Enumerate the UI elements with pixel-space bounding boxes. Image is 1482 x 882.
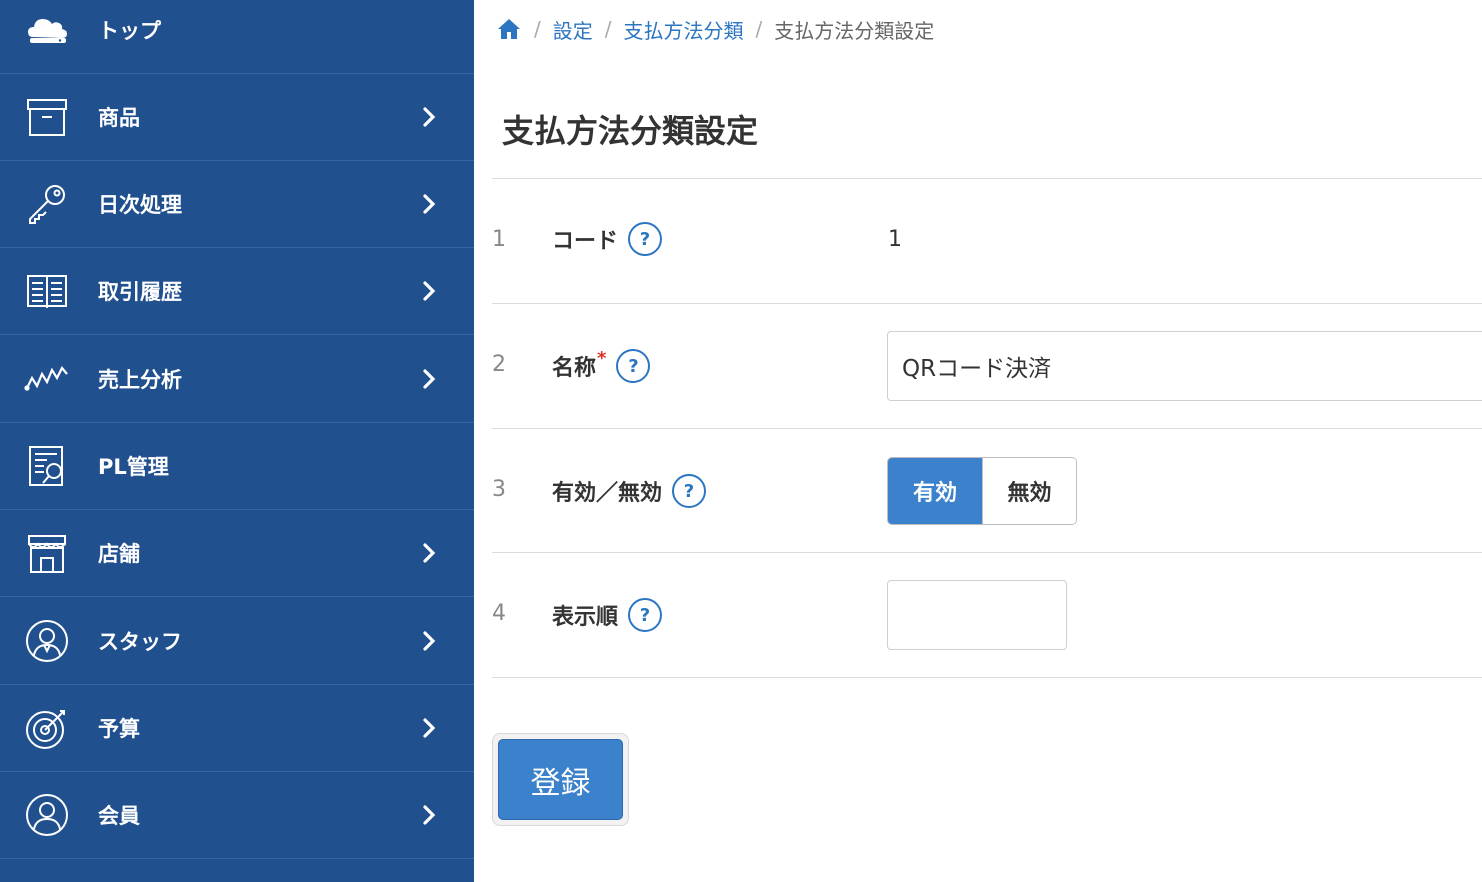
sidebar-item-label: 店舗 bbox=[98, 542, 140, 566]
page-title: 支払方法分類設定 bbox=[502, 112, 759, 150]
sidebar-item-staff[interactable]: スタッフ bbox=[0, 598, 474, 685]
breadcrumb-separator: / bbox=[755, 17, 763, 41]
sidebar-item-label: 商品 bbox=[98, 106, 140, 130]
sidebar-item-members[interactable]: 会員 bbox=[0, 772, 474, 859]
divider bbox=[492, 178, 1482, 179]
sidebar-item-top[interactable]: トップ bbox=[0, 0, 474, 74]
divider bbox=[492, 303, 1482, 304]
help-icon[interactable]: ? bbox=[628, 598, 663, 632]
help-icon[interactable]: ? bbox=[672, 474, 707, 508]
help-icon[interactable]: ? bbox=[628, 222, 663, 256]
divider bbox=[492, 552, 1482, 553]
sidebar-item-label: 売上分析 bbox=[98, 368, 182, 392]
code-value: 1 bbox=[888, 227, 902, 252]
field-label-active: 有効／無効 ? bbox=[552, 474, 707, 508]
chevron-right-icon bbox=[418, 717, 440, 739]
toggle-option-active[interactable]: 有効 bbox=[888, 458, 982, 524]
report-search-icon bbox=[24, 443, 70, 489]
chart-line-icon bbox=[24, 356, 70, 402]
sidebar-item-products[interactable]: 商品 bbox=[0, 74, 474, 161]
sidebar-item-label: PL管理 bbox=[98, 455, 169, 479]
name-input[interactable] bbox=[887, 331, 1482, 401]
breadcrumb-separator: / bbox=[534, 17, 541, 41]
sidebar-item-pl[interactable]: PL管理 bbox=[0, 423, 474, 510]
sidebar-item-stores[interactable]: 店舗 bbox=[0, 510, 474, 597]
staff-icon bbox=[24, 618, 70, 664]
key-icon bbox=[24, 181, 70, 227]
store-icon bbox=[24, 530, 70, 576]
toggle-option-inactive[interactable]: 無効 bbox=[982, 458, 1076, 524]
required-mark: * bbox=[597, 347, 607, 369]
submit-button-focus-ring: 登録 bbox=[492, 733, 629, 826]
breadcrumb-current: 支払方法分類設定 bbox=[774, 18, 935, 43]
chevron-right-icon bbox=[418, 630, 440, 652]
main-content: / 設定 / 支払方法分類 / 支払方法分類設定 支払方法分類設定 1 コード … bbox=[474, 0, 1482, 882]
sidebar-item-label: 予算 bbox=[98, 717, 140, 741]
sidebar-item-label: スタッフ bbox=[98, 630, 182, 654]
help-icon[interactable]: ? bbox=[616, 349, 651, 383]
field-label-code: コード ? bbox=[552, 222, 663, 256]
sidebar-item-daily[interactable]: 日次処理 bbox=[0, 161, 474, 248]
box-icon bbox=[24, 94, 70, 140]
breadcrumb-link-settings[interactable]: 設定 bbox=[553, 15, 593, 44]
chevron-right-icon bbox=[418, 368, 440, 390]
field-label-text: 名称 bbox=[552, 356, 597, 381]
breadcrumb-separator: / bbox=[604, 17, 612, 41]
cloud-icon bbox=[24, 7, 70, 53]
field-label-text: コード bbox=[552, 229, 619, 254]
sidebar-item-budget[interactable]: 予算 bbox=[0, 685, 474, 772]
sidebar-item-sales-analysis[interactable]: 売上分析 bbox=[0, 336, 474, 423]
field-label-text: 表示順 bbox=[552, 605, 619, 630]
sidebar: トップ 商品 日次処理 取引履歴 売上分析 PL管理 店舗 スタッフ 予算 会員 bbox=[0, 0, 474, 882]
display-order-input[interactable] bbox=[887, 580, 1067, 650]
field-label-text: 有効／無効 bbox=[552, 481, 663, 506]
submit-button[interactable]: 登録 bbox=[498, 739, 623, 820]
breadcrumb: / 設定 / 支払方法分類 / 支払方法分類設定 bbox=[496, 12, 934, 46]
row-number: 1 bbox=[492, 227, 506, 252]
chevron-right-icon bbox=[418, 106, 440, 128]
row-number: 4 bbox=[492, 601, 506, 626]
row-number: 2 bbox=[492, 352, 506, 377]
field-label-display-order: 表示順 ? bbox=[552, 598, 663, 632]
row-number: 3 bbox=[492, 477, 506, 502]
member-icon bbox=[24, 792, 70, 838]
field-label-name: 名称 * ? bbox=[552, 347, 651, 383]
chevron-right-icon bbox=[418, 193, 440, 215]
sidebar-item-label: 取引履歴 bbox=[98, 280, 182, 304]
sidebar-item-label: 会員 bbox=[98, 804, 140, 828]
target-icon bbox=[24, 705, 70, 751]
book-icon bbox=[24, 268, 70, 314]
chevron-right-icon bbox=[418, 804, 440, 826]
chevron-right-icon bbox=[418, 280, 440, 302]
breadcrumb-link-payment-category[interactable]: 支払方法分類 bbox=[624, 15, 744, 44]
active-toggle: 有効 無効 bbox=[887, 457, 1077, 525]
home-icon[interactable] bbox=[496, 16, 522, 42]
divider bbox=[492, 677, 1482, 678]
sidebar-item-label: トップ bbox=[98, 19, 161, 43]
divider bbox=[492, 428, 1482, 429]
sidebar-item-transactions[interactable]: 取引履歴 bbox=[0, 248, 474, 335]
sidebar-item-label: 日次処理 bbox=[98, 193, 182, 217]
chevron-right-icon bbox=[418, 542, 440, 564]
